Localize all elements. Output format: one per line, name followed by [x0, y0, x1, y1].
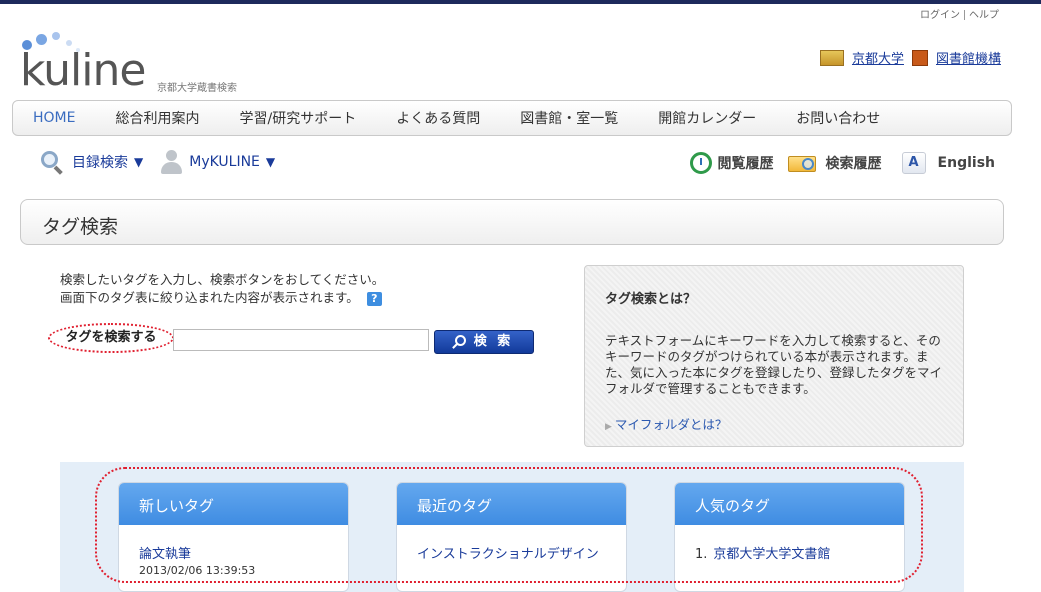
right-tools: 閲覧履歴 検索履歴 A English: [689, 152, 995, 174]
nav-calendar[interactable]: 開館カレンダー: [638, 108, 776, 128]
global-nav: HOME 総合利用案内 学習/研究サポート よくある質問 図書館・室一覧 開館カ…: [12, 100, 1012, 136]
myfolder-link[interactable]: ▶ マイフォルダとは？: [605, 414, 943, 433]
utility-links: ログイン ヘルプ: [916, 6, 1003, 21]
library-icon: [911, 49, 928, 66]
top-bar: [0, 0, 1041, 4]
logo-text: kuline: [20, 45, 146, 96]
search-icon: [40, 150, 64, 175]
tag-search-info-box: タグ検索とは？ テキストフォームにキーワードを入力して検索すると、そのキーワード…: [584, 265, 964, 447]
history-clock-icon: [689, 152, 712, 174]
search-icon: [454, 335, 466, 346]
highlight-oval: [95, 467, 923, 583]
kyoto-university-link[interactable]: 京都大学: [852, 48, 904, 67]
search-button[interactable]: 検 索: [434, 330, 534, 354]
info-title: タグ検索とは？: [605, 292, 697, 307]
help-link[interactable]: ヘルプ: [965, 10, 1003, 21]
instructions: 検索したいタグを入力し、検索ボタンをおしてください。 画面下のタグ表に絞り込まれ…: [60, 271, 384, 307]
chevron-down-icon[interactable]: ▼: [266, 155, 275, 169]
info-body: テキストフォームにキーワードを入力して検索すると、そのキーワードのタグがつけられ…: [605, 333, 943, 396]
arrow-right-icon: ▶: [605, 422, 612, 432]
logo-subtitle: 京都大学蔵書検索: [157, 83, 237, 94]
kuline-logo[interactable]: kuline 京都大学蔵書検索: [20, 28, 280, 98]
nav-contact[interactable]: お問い合わせ: [776, 108, 900, 128]
chevron-down-icon[interactable]: ▼: [134, 155, 143, 169]
page-title: タグ検索: [42, 216, 119, 238]
nav-library-list[interactable]: 図書館・室一覧: [500, 108, 638, 128]
sub-nav: 目録検索 ▼ MyKULINE ▼: [40, 150, 275, 175]
search-history-link[interactable]: 検索履歴: [826, 153, 882, 173]
library-network-link[interactable]: 図書館機構: [936, 48, 1001, 67]
university-links: 京都大学 図書館機構: [819, 48, 1001, 67]
english-link[interactable]: English: [938, 155, 995, 171]
browse-history-link[interactable]: 閲覧履歴: [718, 153, 774, 173]
tag-search-label: タグを検索する: [48, 323, 174, 353]
nav-study-support[interactable]: 学習/研究サポート: [219, 108, 376, 128]
nav-guide[interactable]: 総合利用案内: [95, 108, 219, 128]
catalog-search-menu[interactable]: 目録検索: [72, 152, 128, 172]
instruction-line-2: 画面下のタグ表に絞り込まれた内容が表示されます。: [60, 290, 359, 305]
mykuline-menu[interactable]: MyKULINE: [189, 154, 260, 170]
nav-faq[interactable]: よくある質問: [376, 108, 500, 128]
nav-home[interactable]: HOME: [13, 110, 95, 126]
university-building-icon: [819, 49, 844, 66]
search-history-icon: [787, 152, 820, 174]
english-icon: A: [901, 152, 926, 174]
user-icon: [161, 150, 183, 174]
tag-search-input[interactable]: [173, 329, 429, 351]
page-title-bar: タグ検索: [20, 199, 1004, 245]
login-link[interactable]: ログイン: [916, 10, 964, 21]
instruction-line-1: 検索したいタグを入力し、検索ボタンをおしてください。: [60, 272, 385, 287]
help-icon[interactable]: ?: [366, 291, 382, 306]
